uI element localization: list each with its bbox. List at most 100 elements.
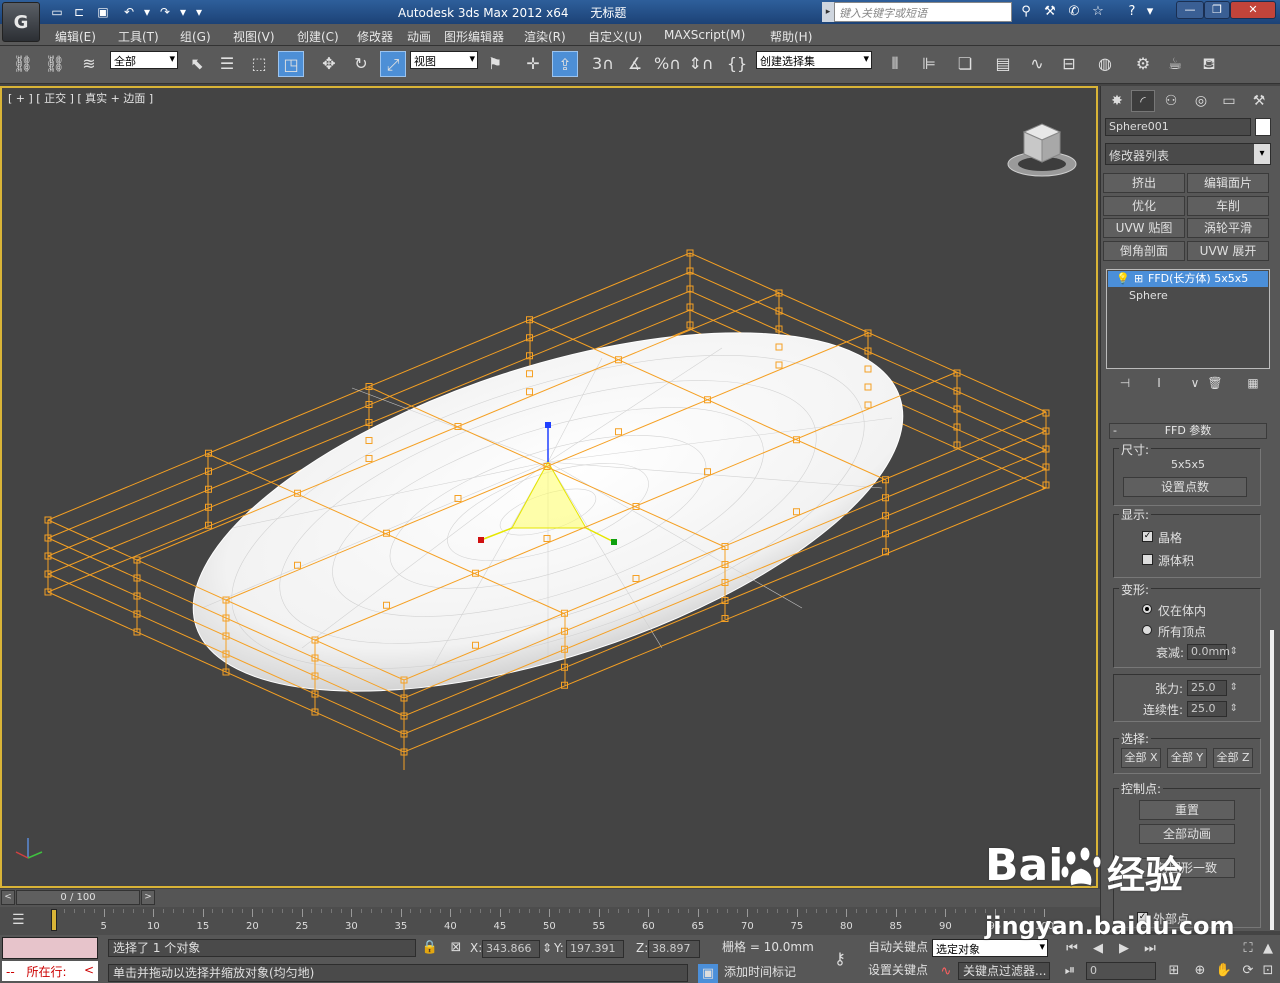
menu-group[interactable]: 组(G) [180, 28, 211, 45]
modifier-list-dropdown[interactable]: 修改器列表 ▾ [1105, 143, 1271, 165]
min-max-toggle-icon[interactable]: ⊡ [1258, 961, 1278, 981]
new-file-icon[interactable]: ▭ [48, 3, 66, 21]
help-dropdown-icon[interactable]: ▾ [1140, 3, 1160, 21]
edit-named-selection-icon[interactable]: {} [724, 51, 750, 77]
source-volume-checkbox[interactable] [1142, 554, 1153, 565]
select-all-y-button[interactable]: 全部 Y [1167, 748, 1207, 768]
play-icon[interactable]: ▶ [1114, 939, 1134, 959]
running-line[interactable]: -- 所在行: < [2, 961, 98, 981]
menu-edit[interactable]: 编辑(E) [55, 28, 96, 45]
lattice-checkbox[interactable]: ✓ [1142, 531, 1153, 542]
keyboard-shortcut-override-icon[interactable]: ⇪ [552, 51, 578, 77]
only-in-volume-radio[interactable] [1142, 604, 1152, 614]
stack-item-sphere[interactable]: Sphere [1129, 289, 1168, 302]
pivot-center-icon[interactable]: ⚑ [482, 51, 508, 77]
link-icon[interactable]: ⛓ [10, 51, 36, 77]
save-file-icon[interactable]: ▣ [94, 3, 112, 21]
time-cursor[interactable] [51, 909, 57, 931]
all-vertices-radio[interactable] [1142, 625, 1152, 635]
selection-filter-dropdown[interactable]: 全部 [110, 51, 178, 69]
maximize-viewport-icon[interactable]: ⛶ [1238, 939, 1258, 959]
communication-icon[interactable]: ✆ [1064, 3, 1084, 21]
menu-rendering[interactable]: 渲染(R) [524, 28, 566, 45]
modifier-edit-patch-button[interactable]: 编辑面片 [1187, 173, 1269, 193]
mirror-icon[interactable]: ⫴ [882, 51, 908, 77]
move-icon[interactable]: ✥ [316, 51, 342, 77]
time-slider-thumb[interactable]: 0 / 100 [16, 890, 140, 905]
field-of-view-icon[interactable]: ▲ [1258, 939, 1278, 959]
mini-curve-editor-icon[interactable]: ☰ [12, 912, 32, 930]
align-icon[interactable]: ⊫ [916, 51, 942, 77]
manipulate-icon[interactable]: ✛ [520, 51, 546, 77]
modifier-lathe-button[interactable]: 车削 [1187, 196, 1269, 216]
quick-access-menu-icon[interactable]: ▾ [190, 3, 208, 21]
set-key-key-icon[interactable]: ⚷ [830, 949, 850, 969]
add-time-tag-label[interactable]: 添加时间标记 [720, 964, 820, 982]
menu-animation[interactable]: 动画 [407, 28, 431, 45]
key-mode-toggle-icon[interactable]: ⏯ [1060, 961, 1080, 981]
tension-spinner[interactable]: 25.0 [1187, 680, 1238, 696]
app-logo[interactable]: G [2, 2, 40, 42]
modifier-optimize-button[interactable]: 优化 [1103, 196, 1185, 216]
menu-help[interactable]: 帮助(H) [770, 28, 812, 45]
snaps-toggle-icon[interactable]: 3∩ [590, 51, 616, 77]
menu-tools[interactable]: 工具(T) [118, 28, 159, 45]
display-tab-icon[interactable]: ▭ [1217, 90, 1241, 112]
modifier-turbosmooth-button[interactable]: 涡轮平滑 [1187, 218, 1269, 238]
configure-sets-icon[interactable]: ▦ [1245, 376, 1261, 392]
menu-view[interactable]: 视图(V) [233, 28, 275, 45]
help-icon[interactable]: ? [1122, 3, 1142, 21]
utilities-tab-icon[interactable]: ⚒ [1247, 90, 1271, 112]
object-name-field[interactable]: Sphere001 [1105, 118, 1251, 136]
create-tab-icon[interactable]: ✸ [1105, 90, 1129, 112]
continuity-spinner[interactable]: 25.0 [1187, 701, 1238, 717]
show-end-result-icon[interactable]: Ⅰ [1151, 376, 1167, 392]
auto-key-button[interactable]: 自动关键点 [864, 939, 930, 957]
ffd-parameters-rollout[interactable]: - FFD 参数 [1109, 423, 1267, 439]
conform-to-shape-button[interactable]: 与图形一致 [1139, 858, 1235, 878]
absolute-mode-icon[interactable]: ⊠ [446, 938, 466, 958]
subscription-icon[interactable]: ⚒ [1040, 3, 1060, 21]
undo-icon[interactable]: ↶ [120, 3, 138, 21]
motion-tab-icon[interactable]: ◎ [1189, 90, 1213, 112]
named-selection-dropdown[interactable]: 创建选择集 [756, 51, 872, 69]
modifier-bevel-profile-button[interactable]: 倒角剖面 [1103, 241, 1185, 261]
next-key-icon[interactable]: ⏭ [1140, 939, 1160, 959]
track-bar[interactable]: ☰ 05101520253035404550556065707580859095… [0, 907, 1100, 935]
perspective-viewport[interactable]: [ + ] [ 正交 ] [ 真实 + 边面 ] [0, 86, 1098, 888]
spinner-snap-icon[interactable]: ⇕∩ [688, 51, 714, 77]
object-color-swatch[interactable] [1255, 118, 1271, 136]
time-tag-icon[interactable]: ▣ [698, 964, 718, 983]
percent-snap-icon[interactable]: %∩ [654, 51, 681, 77]
render-teapot-icon[interactable]: ⛾ [1196, 51, 1222, 77]
open-file-icon[interactable]: ⊏ [70, 3, 88, 21]
key-filter-curve-icon[interactable]: ∿ [936, 962, 956, 982]
hierarchy-tab-icon[interactable]: ⚇ [1159, 90, 1183, 112]
time-config-icon[interactable]: ⊞ [1164, 961, 1184, 981]
make-unique-icon[interactable]: ∨ [1187, 376, 1203, 392]
modifier-unwrap-uvw-button[interactable]: UVW 展开 [1187, 241, 1269, 261]
expand-plus-icon[interactable]: ⊞ [1134, 271, 1143, 287]
menu-create[interactable]: 创建(C) [297, 28, 339, 45]
modifier-extrude-button[interactable]: 挤出 [1103, 173, 1185, 193]
command-panel-scrollbar[interactable] [1270, 630, 1274, 930]
menu-maxscript[interactable]: MAXScript(M) [664, 28, 745, 42]
set-points-button[interactable]: 设置点数 [1123, 477, 1247, 497]
key-mode-dropdown[interactable]: 选定对象 [932, 939, 1048, 957]
viewcube-icon[interactable] [1006, 118, 1078, 180]
graphite-ribbon-icon[interactable]: ▤ [990, 51, 1016, 77]
unlink-icon[interactable]: ⛓ [42, 51, 68, 77]
redo-icon[interactable]: ↷ [156, 3, 174, 21]
set-key-button[interactable]: 设置关键点 [864, 962, 930, 980]
z-coordinate-field[interactable]: 38.897 [648, 940, 700, 958]
falloff-spinner[interactable]: 0.0mm [1187, 644, 1238, 660]
orbit-icon[interactable]: ⟳ [1238, 961, 1258, 981]
select-all-z-button[interactable]: 全部 Z [1213, 748, 1253, 768]
animate-all-button[interactable]: 全部动画 [1139, 824, 1235, 844]
rectangle-selection-icon[interactable]: ⬚ [246, 51, 272, 77]
zoom-extents-icon[interactable]: ⊕ [1190, 961, 1210, 981]
binoculars-icon[interactable]: ⚲ [1016, 3, 1036, 21]
select-object-icon[interactable]: ⬉ [184, 51, 210, 77]
stack-item-ffd[interactable]: 💡 ⊞ FFD(长方体) 5x5x5 [1108, 271, 1268, 287]
favorites-star-icon[interactable]: ☆ [1088, 3, 1108, 21]
